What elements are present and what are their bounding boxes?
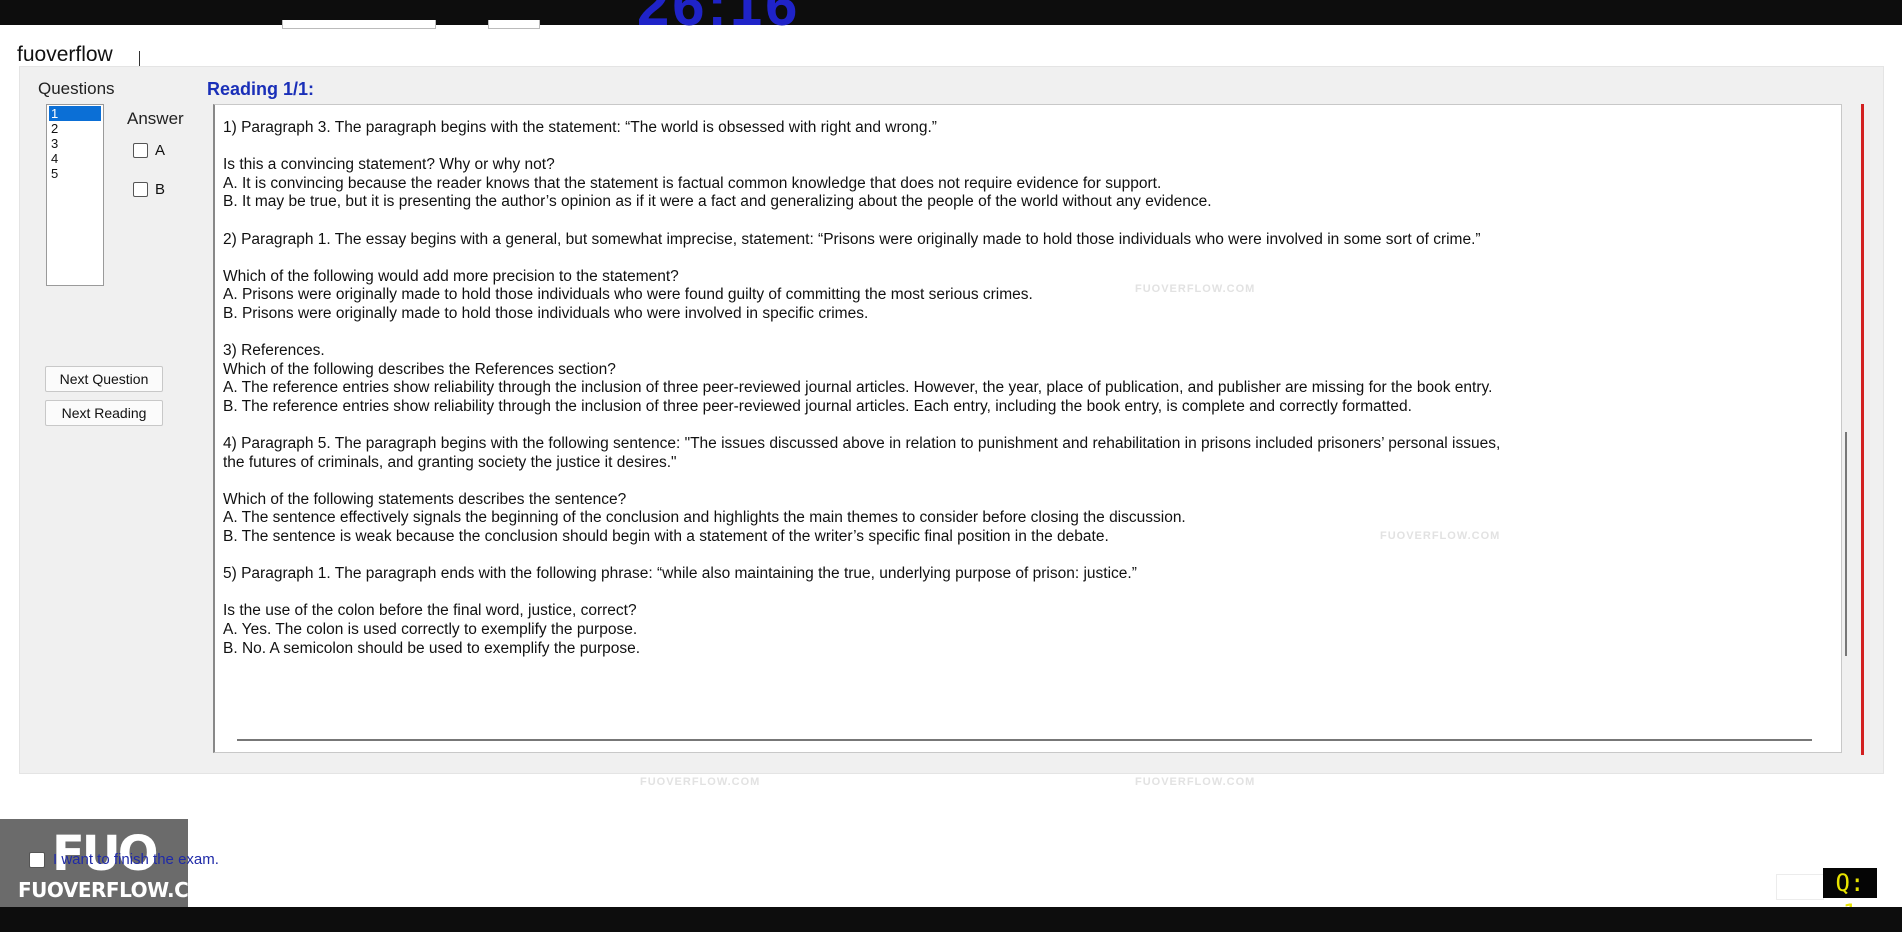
reading-line: 2) Paragraph 1. The essay begins with a … [223,230,1481,248]
finish-exam-option[interactable]: I want to finish the exam. [29,851,219,868]
reading-line [223,324,1833,343]
top-field-right[interactable] [488,20,540,29]
answer-a-checkbox[interactable] [133,143,148,158]
reading-line [223,249,1833,268]
reading-line: B. No. A semicolon should be used to exe… [223,639,641,657]
question-list-item[interactable]: 4 [47,151,103,166]
answer-label: Answer [127,109,184,128]
reading-line [223,584,1833,603]
question-list[interactable]: 1 2 3 4 5 [46,104,104,286]
reading-line: Which of the following describes the Ref… [223,360,616,378]
watermark-text: FUOVERFLOW.COM [640,776,761,788]
reading-line: B. Prisons were originally made to hold … [223,304,869,322]
reading-line: the futures of criminals, and granting s… [223,453,677,471]
reading-line: B. It may be true, but it is presenting … [223,193,1212,211]
exam-timer: 26:16 [637,0,801,38]
reading-line: 5) Paragraph 1. The paragraph ends with … [223,565,1137,583]
reading-line [223,472,1833,491]
answer-option-b[interactable]: B [133,181,165,198]
reading-line [223,547,1833,566]
answer-b-label: B [155,181,166,198]
reading-line: 4) Paragraph 5. The paragraph begins wit… [223,435,1501,453]
vertical-scrollbar[interactable] [1845,432,1847,656]
finish-exam-checkbox[interactable] [29,851,45,868]
reading-line [223,417,1833,436]
fuo-logo-text: FUOVERFLOW.COM [18,878,225,902]
question-indicator: Q: 1 [1823,868,1877,927]
reading-scroll-track [1861,104,1864,755]
top-field-left[interactable] [282,20,436,29]
answer-a-label: A [155,142,166,159]
question-number-field[interactable] [1776,874,1824,900]
reading-line: 3) References. [223,342,325,360]
question-list-item[interactable]: 2 [47,121,103,136]
question-list-item[interactable]: 3 [47,136,103,151]
answer-b-checkbox[interactable] [133,182,148,197]
question-list-item[interactable]: 5 [47,166,103,181]
watermark-text: FUOVERFLOW.COM [1135,283,1256,295]
bottom-black-bar [0,907,1902,932]
reading-line: A. The sentence effectively signals the … [223,509,1186,527]
reading-textbox[interactable]: 1) Paragraph 3. The paragraph begins wit… [213,104,1842,753]
next-reading-button[interactable]: Next Reading [45,400,163,426]
watermark-text: FUOVERFLOW.COM [1380,530,1501,542]
app-title: fuoverflow [17,43,113,66]
reading-line: B. The reference entries show reliabilit… [223,397,1412,415]
watermark-text: FUOVERFLOW.COM [1135,776,1256,788]
horizontal-scrollbar[interactable] [237,739,1812,741]
reading-line: Is this a convincing statement? Why or w… [223,156,555,174]
reading-content: 1) Paragraph 3. The paragraph begins wit… [223,119,1833,658]
reading-line: Which of the following statements descri… [223,490,627,508]
reading-line: A. Yes. The colon is used correctly to e… [223,621,638,639]
reading-line: A. The reference entries show reliabilit… [223,379,1493,397]
reading-label: Reading 1/1: [207,79,315,99]
reading-line: 1) Paragraph 3. The paragraph begins wit… [223,119,937,136]
reading-line: A. Prisons were originally made to hold … [223,286,1033,304]
reading-line: B. The sentence is weak because the conc… [223,528,1109,546]
finish-exam-label: I want to finish the exam. [53,851,219,868]
reading-line: Is the use of the colon before the final… [223,602,637,620]
reading-line [223,212,1833,231]
questions-label: Questions [38,79,115,98]
reading-line: Which of the following would add more pr… [223,267,679,285]
question-list-item[interactable]: 1 [49,106,101,121]
reading-line: A. It is convincing because the reader k… [223,174,1162,192]
reading-line [223,138,1833,157]
answer-option-a[interactable]: A [133,142,165,159]
next-question-button[interactable]: Next Question [45,366,163,392]
